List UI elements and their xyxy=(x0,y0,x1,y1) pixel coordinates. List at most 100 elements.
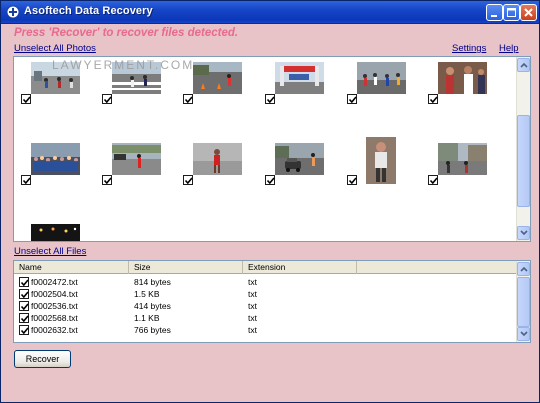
checkmark-icon xyxy=(266,96,275,104)
photo-checkbox[interactable] xyxy=(21,175,31,185)
checkmark-icon xyxy=(348,177,357,185)
table-row[interactable]: f0002536.txt 414 bytes txt xyxy=(14,300,517,312)
checkmark-icon xyxy=(184,177,193,185)
column-header-size[interactable]: Size xyxy=(129,261,243,274)
table-row[interactable]: f0002472.txt 814 bytes txt xyxy=(14,276,517,288)
maximize-icon xyxy=(507,8,516,17)
photo-grid-scrollbar[interactable] xyxy=(516,57,530,241)
window-title: Asoftech Data Recovery xyxy=(24,5,153,17)
photo-thumbnail xyxy=(112,143,161,175)
scroll-down-button[interactable] xyxy=(517,327,530,341)
maximize-button[interactable] xyxy=(503,4,520,21)
photo-thumbnail xyxy=(438,62,487,94)
file-size: 1.1 KB xyxy=(134,313,160,323)
checkmark-icon xyxy=(22,96,31,104)
unselect-all-photos-link[interactable]: Unselect All Photos xyxy=(14,43,96,54)
photo-thumbnail xyxy=(357,62,406,94)
photo-checkbox[interactable] xyxy=(21,94,31,104)
file-checkbox[interactable] xyxy=(19,277,29,287)
close-button[interactable] xyxy=(520,4,537,21)
file-name: f0002568.txt xyxy=(31,313,78,323)
scroll-thumb[interactable] xyxy=(517,115,530,207)
photo-checkbox[interactable] xyxy=(183,94,193,104)
watermark: LAWYERMENT.COM xyxy=(52,58,195,72)
file-name: f0002536.txt xyxy=(31,301,78,311)
checkmark-icon xyxy=(184,96,193,104)
unselect-all-files-link[interactable]: Unselect All Files xyxy=(14,246,86,257)
checkmark-icon xyxy=(20,303,29,311)
photo-thumbnail xyxy=(366,137,396,184)
help-link[interactable]: Help xyxy=(499,43,519,54)
file-list: Name Size Extension f0002472.txt 814 byt… xyxy=(13,260,531,343)
photo-checkbox[interactable] xyxy=(347,175,357,185)
photo-checkbox[interactable] xyxy=(102,94,112,104)
checkmark-icon xyxy=(429,177,438,185)
photo-checkbox[interactable] xyxy=(265,94,275,104)
app-window: Asoftech Data Recovery Press 'Recover' t… xyxy=(0,0,540,403)
file-size: 766 bytes xyxy=(134,325,171,335)
chevron-up-icon xyxy=(520,62,528,68)
plus-shield-icon xyxy=(6,5,20,19)
file-checkbox[interactable] xyxy=(19,301,29,311)
checkmark-icon xyxy=(22,177,31,185)
photo-thumbnail xyxy=(275,62,324,94)
file-name: f0002504.txt xyxy=(31,289,78,299)
photo-thumbnail xyxy=(31,224,80,241)
checkmark-icon xyxy=(20,279,29,287)
file-size: 814 bytes xyxy=(134,277,171,287)
photo-checkbox[interactable] xyxy=(102,175,112,185)
checkmark-icon xyxy=(266,177,275,185)
photo-thumbnail xyxy=(193,62,242,94)
file-checkbox[interactable] xyxy=(19,289,29,299)
file-size: 1.5 KB xyxy=(134,289,160,299)
chevron-down-icon xyxy=(520,230,528,236)
file-list-header: Name Size Extension xyxy=(14,261,517,274)
photo-thumbnail xyxy=(193,143,242,175)
title-bar[interactable]: Asoftech Data Recovery xyxy=(1,1,539,24)
photo-checkbox[interactable] xyxy=(347,94,357,104)
scroll-down-button[interactable] xyxy=(517,226,530,240)
settings-link[interactable]: Settings xyxy=(452,43,486,54)
file-name: f0002472.txt xyxy=(31,277,78,287)
checkmark-icon xyxy=(20,315,29,323)
photo-thumbnail xyxy=(275,143,324,175)
scroll-up-button[interactable] xyxy=(517,58,530,72)
chevron-up-icon xyxy=(520,266,528,272)
checkmark-icon xyxy=(103,177,112,185)
photo-thumbnail xyxy=(438,143,487,175)
file-extension: txt xyxy=(248,277,257,287)
table-row[interactable]: f0002632.txt 766 bytes txt xyxy=(14,324,517,336)
file-extension: txt xyxy=(248,289,257,299)
photo-checkbox[interactable] xyxy=(265,175,275,185)
photo-checkbox[interactable] xyxy=(428,94,438,104)
checkmark-icon xyxy=(348,96,357,104)
file-checkbox[interactable] xyxy=(19,313,29,323)
column-header-extension[interactable]: Extension xyxy=(243,261,357,274)
checkmark-icon xyxy=(103,96,112,104)
instruction-text: Press 'Recover' to recover files detecte… xyxy=(14,27,239,39)
recover-button[interactable]: Recover xyxy=(14,350,71,368)
minimize-button[interactable] xyxy=(486,4,503,21)
minimize-icon xyxy=(491,15,497,17)
checkmark-icon xyxy=(20,291,29,299)
photo-grid: LAWYERMENT.COM xyxy=(13,56,531,242)
table-row[interactable]: f0002504.txt 1.5 KB txt xyxy=(14,288,517,300)
checkmark-icon xyxy=(20,327,29,335)
photo-thumbnail xyxy=(31,143,80,175)
file-name: f0002632.txt xyxy=(31,325,78,335)
file-extension: txt xyxy=(248,301,257,311)
file-list-scrollbar[interactable] xyxy=(516,261,530,342)
photo-checkbox[interactable] xyxy=(428,175,438,185)
file-extension: txt xyxy=(248,313,257,323)
file-checkbox[interactable] xyxy=(19,325,29,335)
table-row[interactable]: f0002568.txt 1.1 KB txt xyxy=(14,312,517,324)
file-size: 414 bytes xyxy=(134,301,171,311)
scroll-up-button[interactable] xyxy=(517,262,530,276)
checkmark-icon xyxy=(429,96,438,104)
chevron-down-icon xyxy=(520,331,528,337)
column-header-filler xyxy=(357,261,517,274)
photo-checkbox[interactable] xyxy=(183,175,193,185)
scroll-thumb[interactable] xyxy=(517,277,530,327)
column-header-name[interactable]: Name xyxy=(14,261,129,274)
close-icon xyxy=(524,8,533,17)
